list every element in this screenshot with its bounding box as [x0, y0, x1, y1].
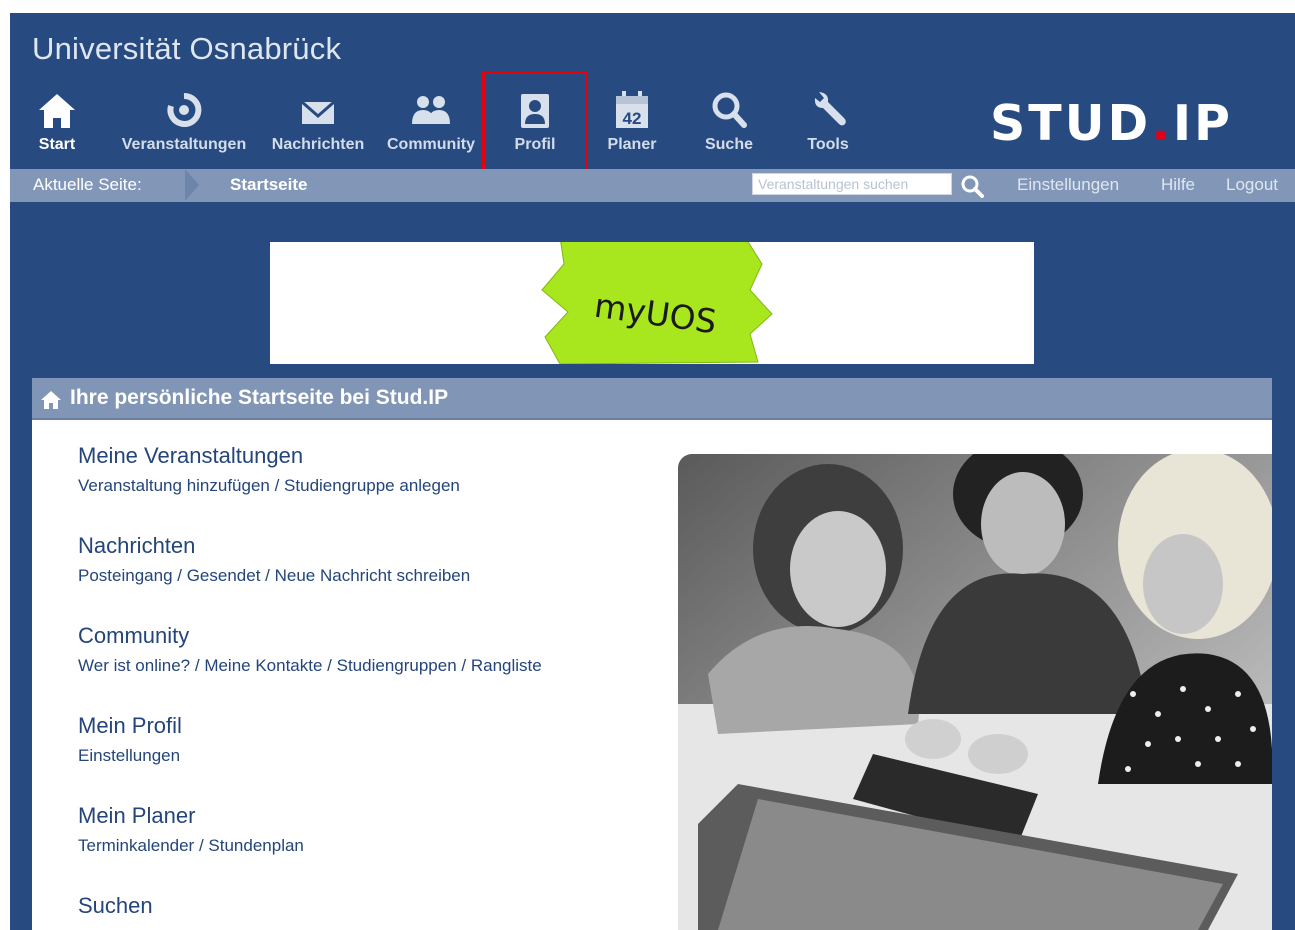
- search-icon: [961, 175, 984, 198]
- nav-label: Tools: [807, 136, 849, 153]
- nav-start[interactable]: Start: [32, 88, 82, 154]
- home-icon: [41, 391, 61, 409]
- students-illustration: [678, 454, 1272, 930]
- logo-suffix: IP: [1172, 95, 1233, 152]
- section-veranstaltungen: Meine Veranstaltungen Veranstaltung hinz…: [78, 443, 460, 496]
- section-link[interactable]: Posteingang: [78, 566, 173, 585]
- help-link[interactable]: Hilfe: [1161, 175, 1195, 195]
- university-title: Universität Osnabrück: [32, 31, 342, 66]
- calendar-icon: 42: [602, 88, 662, 136]
- section-link[interactable]: Studiengruppen: [337, 656, 457, 675]
- section-community: Community Wer ist online? / Meine Kontak…: [78, 623, 542, 676]
- search-button[interactable]: [960, 174, 986, 198]
- panel-body: Meine Veranstaltungen Veranstaltung hinz…: [32, 420, 1272, 930]
- myuos-badge: myUOS: [541, 242, 773, 364]
- section-links: Veranstaltung hinzufügen / Studiengruppe…: [78, 476, 460, 495]
- section-suchen: Suchen: [78, 893, 153, 919]
- nav-community[interactable]: Community: [380, 88, 482, 154]
- calendar-icon-number: 42: [623, 109, 642, 128]
- logo-dot: .: [1151, 95, 1173, 152]
- section-link[interactable]: Einstellungen: [78, 746, 180, 765]
- community-icon: [380, 88, 482, 136]
- courses-icon: [110, 88, 258, 136]
- section-profil: Mein Profil Einstellungen: [78, 713, 182, 766]
- section-link[interactable]: Stundenplan: [208, 836, 303, 855]
- section-links: Terminkalender / Stundenplan: [78, 836, 304, 855]
- section-heading[interactable]: Mein Planer: [78, 803, 304, 829]
- section-link[interactable]: Studiengruppe anlegen: [284, 476, 460, 495]
- panel-header: Ihre persönliche Startseite bei Stud.IP: [32, 378, 1272, 420]
- nav-suche[interactable]: Suche: [700, 88, 758, 154]
- logout-link[interactable]: Logout: [1226, 175, 1278, 195]
- section-heading[interactable]: Community: [78, 623, 542, 649]
- myuos-banner: myUOS: [270, 242, 1034, 364]
- panel-title: Ihre persönliche Startseite bei Stud.IP: [70, 386, 449, 409]
- nav-tools[interactable]: Tools: [802, 88, 854, 154]
- course-search-input[interactable]: [752, 173, 952, 195]
- section-heading[interactable]: Mein Profil: [78, 713, 182, 739]
- nav-label: Suche: [704, 136, 753, 153]
- nav-label: Community: [387, 136, 475, 153]
- breadcrumb-label: Aktuelle Seite:: [33, 175, 142, 194]
- section-links: Einstellungen: [78, 746, 182, 766]
- nav-label: Start: [38, 136, 76, 153]
- section-link[interactable]: Neue Nachricht schreiben: [275, 566, 471, 585]
- nav-planer[interactable]: 42 Planer: [602, 88, 662, 154]
- highlight-box: [482, 71, 588, 177]
- section-link[interactable]: Rangliste: [471, 656, 542, 675]
- section-links: Posteingang / Gesendet / Neue Nachricht …: [78, 566, 471, 585]
- breadcrumb-current[interactable]: Startseite: [230, 175, 307, 195]
- wrench-icon: [802, 88, 854, 136]
- students-photo: [678, 454, 1272, 930]
- section-link[interactable]: Terminkalender: [78, 836, 194, 855]
- section-heading[interactable]: Meine Veranstaltungen: [78, 443, 460, 469]
- breadcrumb: Aktuelle Seite: Startseite Einstellungen…: [10, 169, 1295, 202]
- nav-veranstaltungen[interactable]: Veranstaltungen: [110, 88, 258, 154]
- section-link[interactable]: Gesendet: [187, 566, 261, 585]
- section-link[interactable]: Meine Kontakte: [204, 656, 322, 675]
- nav-label: Planer: [607, 136, 657, 153]
- mail-icon: [264, 88, 372, 136]
- section-heading[interactable]: Nachrichten: [78, 533, 470, 559]
- section-planer: Mein Planer Terminkalender / Stundenplan: [78, 803, 304, 856]
- section-link[interactable]: Wer ist online?: [78, 656, 190, 675]
- nav-nachrichten[interactable]: Nachrichten: [264, 88, 372, 154]
- section-heading[interactable]: Suchen: [78, 893, 153, 919]
- nav-label: Veranstaltungen: [121, 136, 247, 153]
- search-icon: [700, 88, 758, 136]
- section-nachrichten: Nachrichten Posteingang / Gesendet / Neu…: [78, 533, 470, 586]
- logo-text: STUD: [990, 95, 1152, 152]
- home-icon: [32, 88, 82, 136]
- studip-logo: STUD.IP: [990, 95, 1233, 152]
- nav-label: Nachrichten: [271, 136, 365, 153]
- breadcrumb-arrow: [185, 169, 199, 201]
- app-window: Universität Osnabrück Start Veranstaltun…: [10, 13, 1295, 930]
- settings-link[interactable]: Einstellungen: [1017, 175, 1119, 195]
- section-links: Wer ist online? / Meine Kontakte / Studi…: [78, 656, 542, 675]
- section-link[interactable]: Veranstaltung hinzufügen: [78, 476, 270, 495]
